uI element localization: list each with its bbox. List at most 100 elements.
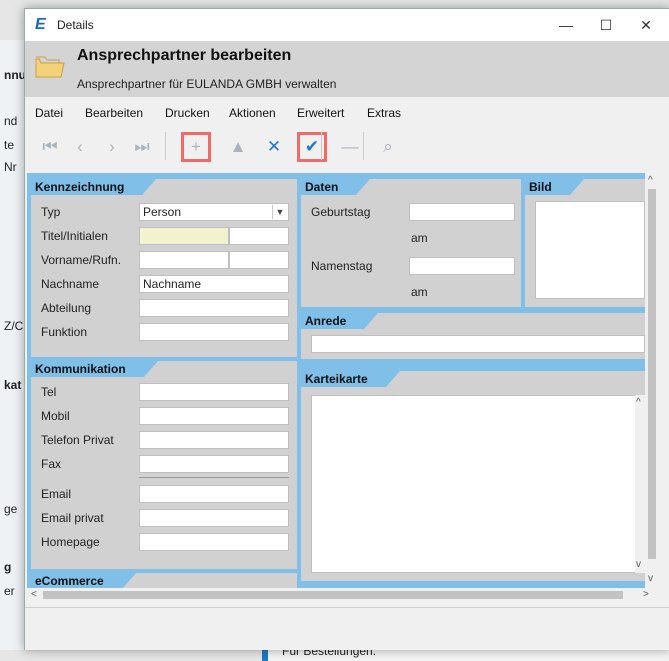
- page-title: Ansprechpartner bearbeiten: [77, 47, 292, 64]
- email-privat-field[interactable]: [139, 509, 289, 527]
- fax-field[interactable]: [139, 455, 289, 473]
- background-fragment: Z/C: [4, 319, 24, 333]
- telefon-privat-field[interactable]: [139, 431, 289, 449]
- background-fragment: g: [4, 560, 12, 574]
- scroll-up-icon[interactable]: ^: [648, 175, 653, 186]
- close-icon[interactable]: ✕: [631, 15, 661, 35]
- page-subtitle: Ansprechpartner für EULANDA GMBH verwalt…: [77, 77, 337, 91]
- background-fragment: nd: [4, 114, 18, 128]
- cancel-icon[interactable]: ✕: [261, 134, 287, 160]
- menu-aktionen[interactable]: Aktionen: [229, 106, 276, 120]
- vorname-field[interactable]: [139, 251, 229, 269]
- titel-label: Titel/Initialen: [41, 229, 108, 243]
- background-fragment: er: [4, 584, 15, 598]
- toolbar-separator: [363, 132, 364, 160]
- karteikarte-panel: Karteikarte ^ v: [301, 371, 645, 581]
- search-binoculars-icon[interactable]: ⌕: [375, 134, 401, 160]
- scroll-up-icon[interactable]: ^: [636, 397, 641, 408]
- form-area: Kennzeichnung Typ Person ▼ Titel/Initial…: [27, 173, 659, 588]
- mobil-label: Mobil: [41, 409, 70, 423]
- nachname-label: Nachname: [41, 277, 100, 291]
- first-record-icon[interactable]: ⏮: [37, 134, 63, 160]
- karteikarte-tab: Karteikarte: [301, 371, 400, 387]
- last-record-icon[interactable]: ⏭: [129, 134, 155, 160]
- background-sidebar: [0, 40, 24, 650]
- abteilung-label: Abteilung: [41, 301, 92, 315]
- horizontal-scroll-thumb[interactable]: [43, 591, 623, 599]
- anrede-tab: Anrede: [301, 313, 379, 329]
- app-logo-icon: E: [35, 16, 46, 33]
- funktion-field[interactable]: [139, 323, 289, 341]
- add-icon[interactable]: +: [181, 132, 211, 162]
- mobil-field[interactable]: [139, 407, 289, 425]
- previous-record-icon[interactable]: ‹: [67, 134, 93, 160]
- menu-extras[interactable]: Extras: [367, 106, 401, 120]
- status-bar: [25, 607, 669, 650]
- maximize-icon[interactable]: ☐: [591, 15, 621, 35]
- dialog-header: Ansprechpartner bearbeiten Ansprechpartn…: [25, 41, 669, 97]
- geburtstag-am-label: am: [411, 231, 428, 245]
- background-fragment: Nr: [4, 160, 17, 174]
- scroll-right-icon[interactable]: >: [643, 589, 649, 600]
- title-bar: E Details — ☐ ✕: [25, 9, 669, 41]
- scroll-left-icon[interactable]: <: [31, 589, 37, 600]
- menu-erweitert[interactable]: Erweitert: [297, 106, 344, 120]
- delete-minus-icon[interactable]: —: [337, 134, 363, 160]
- menu-drucken[interactable]: Drucken: [165, 106, 210, 120]
- funktion-label: Funktion: [41, 325, 88, 339]
- background-fragment: kat: [4, 378, 22, 392]
- homepage-label: Homepage: [41, 535, 100, 549]
- ecommerce-panel: eCommerce: [31, 573, 297, 588]
- divider: [139, 477, 289, 478]
- details-window: E Details — ☐ ✕ Ansprechpartner bearbeit…: [24, 8, 669, 650]
- homepage-field[interactable]: [139, 533, 289, 551]
- daten-panel: Daten Geburtstag am Namenstag am: [301, 179, 521, 307]
- tel-field[interactable]: [139, 383, 289, 401]
- toolbar-separator: [321, 132, 322, 160]
- email-field[interactable]: [139, 485, 289, 503]
- background-fragment: te: [4, 138, 15, 152]
- scroll-down-icon[interactable]: v: [648, 573, 653, 584]
- kommunikation-panel: Kommunikation Tel Mobil Telefon Privat F…: [31, 361, 297, 569]
- email-privat-label: Email privat: [41, 511, 104, 525]
- initialen-field[interactable]: [229, 227, 289, 245]
- geburtstag-label: Geburtstag: [311, 205, 371, 219]
- toolbar-separator: [165, 132, 166, 160]
- menu-datei[interactable]: Datei: [35, 106, 63, 120]
- rufname-field[interactable]: [229, 251, 289, 269]
- fax-label: Fax: [41, 457, 62, 471]
- tel-label: Tel: [41, 385, 57, 399]
- vertical-scroll-thumb[interactable]: [648, 189, 656, 559]
- background-fragment: nnu: [4, 68, 26, 82]
- next-record-icon[interactable]: ›: [99, 134, 125, 160]
- window-title: Details: [57, 18, 94, 32]
- telefon-privat-label: Telefon Privat: [41, 433, 114, 447]
- namenstag-field[interactable]: [409, 257, 515, 275]
- typ-value: Person: [143, 205, 182, 219]
- namenstag-label: Namenstag: [311, 259, 373, 273]
- background-fragment: ge: [4, 502, 18, 516]
- minimize-icon[interactable]: —: [551, 15, 581, 35]
- chevron-down-icon[interactable]: ▼: [272, 205, 287, 219]
- titel-field[interactable]: [139, 227, 229, 245]
- kennzeichnung-tab: Kennzeichnung: [31, 179, 157, 195]
- karteikarte-textarea[interactable]: [311, 395, 645, 573]
- typ-select[interactable]: Person ▼: [139, 203, 289, 221]
- horizontal-scrollbar[interactable]: < >: [27, 588, 659, 602]
- anrede-field[interactable]: [311, 335, 645, 353]
- anrede-panel: Anrede: [301, 313, 645, 359]
- scroll-down-icon[interactable]: v: [636, 559, 641, 570]
- ecommerce-tab: eCommerce: [31, 573, 136, 588]
- menu-bearbeiten[interactable]: Bearbeiten: [85, 106, 143, 120]
- nachname-field[interactable]: Nachname: [139, 275, 289, 293]
- vertical-scrollbar[interactable]: ^ v: [645, 173, 659, 588]
- up-icon[interactable]: ▲: [225, 134, 251, 160]
- karteikarte-scrollbar[interactable]: ^ v: [635, 395, 645, 573]
- image-box[interactable]: [535, 201, 645, 299]
- geburtstag-field[interactable]: [409, 203, 515, 221]
- kommunikation-tab: Kommunikation: [31, 361, 158, 377]
- folder-icon: [35, 56, 65, 78]
- vorname-label: Vorname/Rufn.: [41, 253, 122, 267]
- daten-tab: Daten: [301, 179, 371, 195]
- abteilung-field[interactable]: [139, 299, 289, 317]
